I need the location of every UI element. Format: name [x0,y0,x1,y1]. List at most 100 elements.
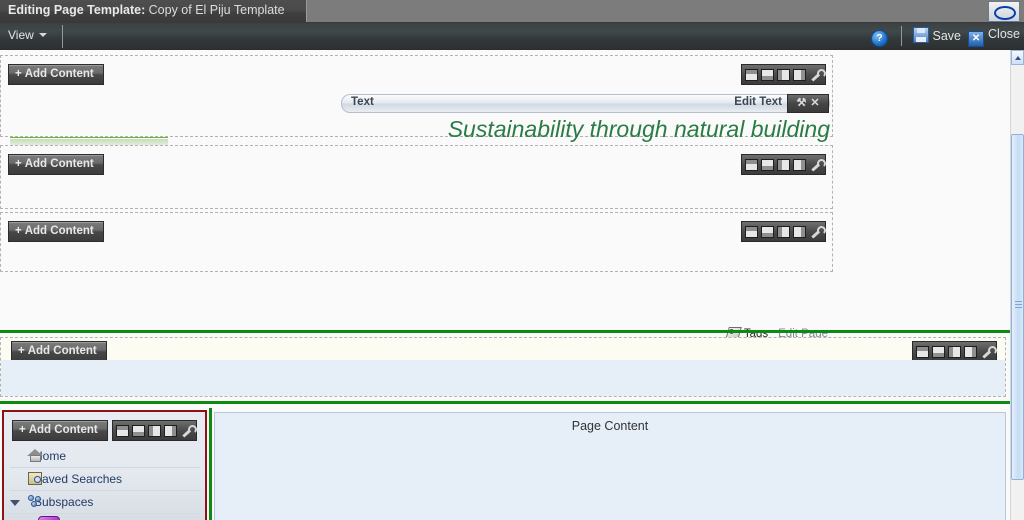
home-icon [27,449,43,462]
wrench-icon[interactable] [980,345,997,358]
add-content-label: Add Content [24,68,94,80]
layout-right-split-icon[interactable] [793,68,806,81]
section-divider-green-bottom [0,401,1011,404]
layout-bottom-split-icon[interactable] [932,345,945,358]
vertical-scrollbar[interactable] [1010,50,1024,520]
expand-triangle-icon[interactable] [10,500,20,506]
title-bar-filler [306,0,1024,22]
sidebar-item-advice[interactable]: Advice [10,514,200,520]
page-content-label: Page Content [571,419,649,433]
layout-toolbar[interactable] [741,64,826,85]
header-drop-zone-3[interactable]: + Add Content [0,212,833,272]
edit-text-link[interactable]: Edit Text [734,96,782,108]
view-menu-button[interactable]: View [6,27,55,47]
layout-bottom-split-icon[interactable] [761,68,774,81]
oval-logo-ring [994,6,1016,20]
add-content-button[interactable]: + Add Content [12,420,108,441]
plus-icon: + [18,345,25,357]
sidebar-item-subspaces[interactable]: Subspaces [10,491,200,514]
layout-toolbar[interactable] [111,420,197,441]
add-content-button[interactable]: + Add Content [8,64,104,85]
close-icon[interactable]: ✕ [810,98,819,109]
toolbar-divider [62,25,63,48]
header-drop-zone-1[interactable]: + Add Content Text Edit Text ⚒ ✕ Sustaina… [0,55,833,142]
close-button[interactable]: ✕ Close [968,27,1020,47]
layout-bottom-split-icon[interactable] [761,158,774,171]
add-content-button[interactable]: + Add Content [11,341,107,362]
wrench-icon[interactable] [809,225,826,238]
save-disk-icon [912,27,929,43]
sidebar-item-home[interactable]: Home [10,445,200,468]
navigation-portlet[interactable]: + Add Content Home Saved Searches Subspa… [2,410,207,520]
application-chrome: Editing Page Template: Copy of El Piju T… [0,0,1024,51]
layout-top-split-icon[interactable] [115,424,129,437]
layout-left-split-icon[interactable] [147,424,161,437]
layout-left-split-icon[interactable] [777,225,790,238]
layout-bottom-split-icon[interactable] [761,225,774,238]
text-portlet: Text Edit Text ⚒ ✕ Sustainability throug… [341,94,830,146]
layout-toolbar[interactable] [912,341,997,362]
mid-zone-inner [1,360,1005,396]
add-content-label: Add Content [24,158,94,170]
scroll-grip-icon [1015,301,1022,308]
layout-bottom-split-icon[interactable] [131,424,145,437]
layout-top-split-icon[interactable] [745,68,758,81]
view-menu-label: View [8,28,34,42]
add-content-label: Add Content [28,424,98,436]
title-template-name: Copy of El Piju Template [148,3,285,17]
scrollbar-thumb[interactable] [1011,134,1024,480]
mid-drop-zone[interactable]: + Add Content [0,337,1006,397]
text-portlet-content: Sustainability through natural building [447,116,830,142]
sidebar-item-label: Saved Searches [34,472,123,486]
plus-icon: + [15,158,22,170]
layout-right-split-icon[interactable] [964,345,977,358]
add-content-button[interactable]: + Add Content [8,221,104,242]
title-bar: Editing Page Template: Copy of El Piju T… [0,0,1024,23]
layout-top-split-icon[interactable] [745,225,758,238]
template-editor-canvas: el piju design with nature +Add Content [0,50,1011,520]
wrench-icon[interactable] [180,424,197,437]
page-title: Editing Page Template: Copy of El Piju T… [8,3,285,17]
close-x-icon: ✕ [968,31,985,47]
save-button[interactable]: Save [912,27,962,47]
wrench-icon[interactable] [809,68,826,81]
subspaces-icon [28,495,43,508]
header-drop-zone-2[interactable]: + Add Content Tags Edit Page [0,145,833,340]
space-icon [38,516,60,520]
layout-toolbar[interactable] [741,154,826,175]
layout-left-split-icon[interactable] [948,345,961,358]
layout-top-split-icon[interactable] [916,345,929,358]
close-label: Close [988,27,1020,41]
help-icon: ? [871,30,888,47]
wrench-icon[interactable] [809,158,826,171]
page-content-pane[interactable]: Page Content [214,412,1006,520]
sidebar-item-saved-searches[interactable]: Saved Searches [10,468,200,491]
layout-left-split-icon[interactable] [777,158,790,171]
layout-toolbar[interactable] [741,221,826,242]
add-content-label: Add Content [27,345,97,357]
plus-icon: + [15,225,22,237]
plus-icon: + [15,68,22,80]
scroll-up-arrow-icon[interactable] [1011,50,1024,65]
layout-right-split-icon[interactable] [793,225,806,238]
text-portlet-title: Text [351,96,374,108]
oval-logo-icon [988,1,1020,22]
saved-search-icon [28,472,42,485]
text-portlet-tools[interactable]: ⚒ ✕ [787,94,829,113]
home-icon-base [30,455,41,462]
title-label: Editing Page Template: [8,3,146,17]
layout-left-split-icon[interactable] [777,68,790,81]
help-button[interactable]: ? [871,27,892,47]
section-divider-green-top [0,330,1011,333]
navigation-toolbar: + Add Content [12,420,197,441]
layout-right-split-icon[interactable] [793,158,806,171]
main-toolbar: View ? Save ✕ Close [0,23,1024,51]
navigation-tree: Home Saved Searches Subspaces Advice Ser… [10,445,200,520]
layout-right-split-icon[interactable] [163,424,177,437]
wrench-icon[interactable]: ⚒ [796,98,806,109]
add-content-label: Add Content [24,225,94,237]
layout-top-split-icon[interactable] [745,158,758,171]
chevron-down-icon [38,33,47,37]
save-label: Save [932,29,962,43]
add-content-button[interactable]: + Add Content [8,154,104,175]
